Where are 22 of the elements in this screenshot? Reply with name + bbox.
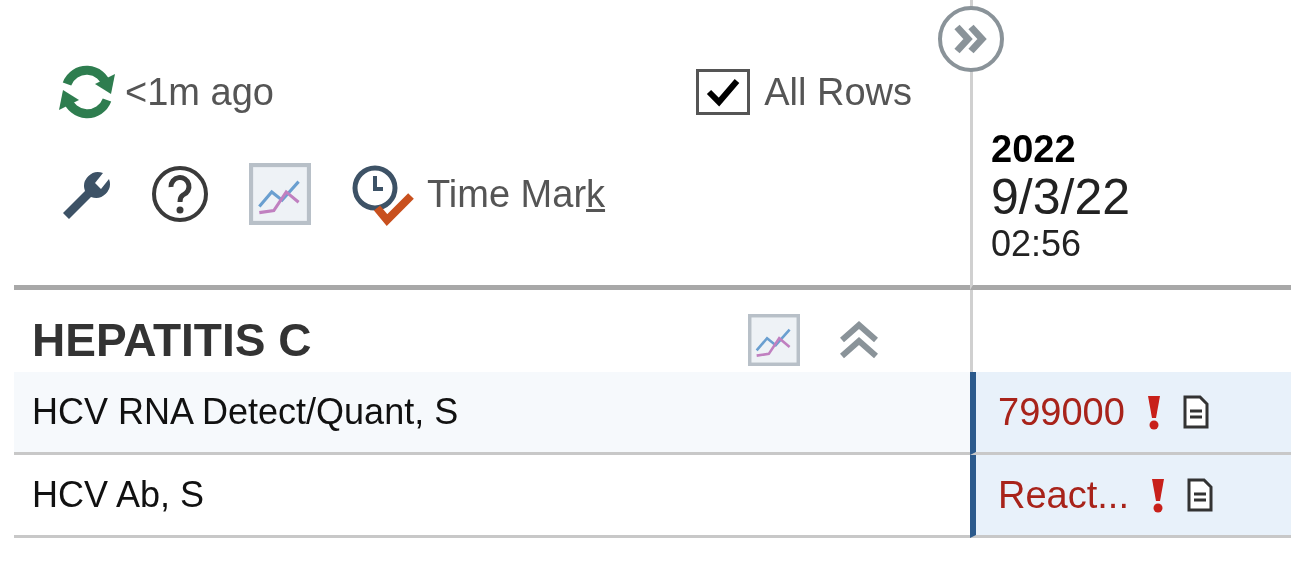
test-name: HCV RNA Detect/Quant, S [14, 372, 970, 455]
section-title: HEPATITIS C [32, 313, 312, 367]
help-button[interactable] [151, 165, 209, 223]
check-icon [706, 77, 741, 107]
line-chart-icon[interactable] [748, 314, 800, 366]
year-label: 2022 [991, 127, 1077, 171]
document-icon[interactable] [1186, 478, 1213, 512]
double-chevron-right-icon [954, 24, 988, 54]
refresh-button[interactable]: <1m ago [55, 60, 274, 124]
result-cell[interactable]: React... [970, 455, 1291, 538]
line-chart-icon[interactable] [249, 163, 311, 225]
double-chevron-up-icon [838, 320, 880, 360]
help-icon [151, 165, 209, 223]
time-mark-button[interactable]: Time Mark [351, 162, 606, 226]
result-value: React... [998, 473, 1129, 517]
result-cell[interactable]: 799000 [970, 372, 1291, 455]
result-value: 799000 [998, 390, 1125, 434]
all-rows-checkbox[interactable]: All Rows [696, 69, 912, 115]
collapse-button[interactable] [838, 320, 880, 360]
document-icon[interactable] [1182, 395, 1209, 429]
date-label: 9/3/22 [991, 170, 1131, 223]
time-label: 02:56 [991, 223, 1083, 265]
